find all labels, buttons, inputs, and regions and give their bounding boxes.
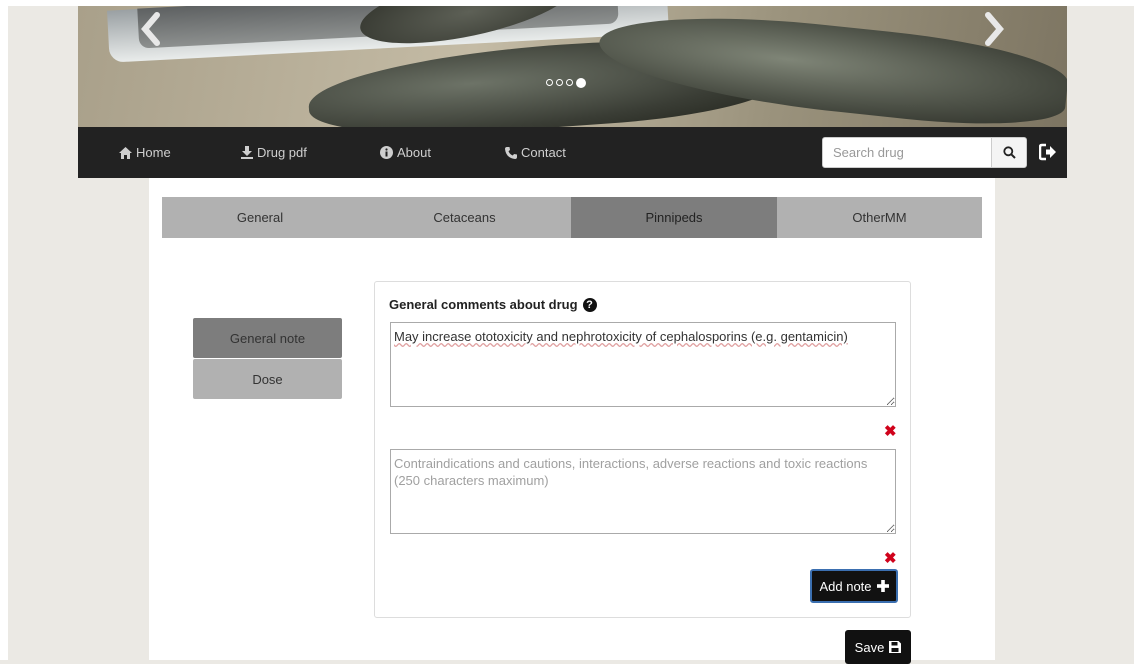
nav-drug-pdf-label: Drug pdf <box>257 145 307 160</box>
carousel-indicators <box>546 78 586 88</box>
general-note-textarea[interactable]: May increase ototoxicity and nephrotoxic… <box>390 322 896 407</box>
carousel-indicator[interactable] <box>556 79 563 86</box>
tab-general[interactable]: General <box>162 197 358 238</box>
search-input[interactable] <box>822 137 992 168</box>
search-icon <box>1002 146 1016 159</box>
nav-about-link[interactable]: About <box>380 145 431 160</box>
navbar: Home Drug pdf About Contact <box>78 127 1067 178</box>
info-icon <box>380 146 393 159</box>
window-frame-left <box>0 0 8 660</box>
save-label: Save <box>854 639 885 655</box>
delete-note-button[interactable]: ✖ <box>884 551 897 566</box>
new-note-textarea[interactable] <box>390 449 896 534</box>
chevron-right-icon <box>985 12 1004 46</box>
close-icon: ✖ <box>884 423 897 440</box>
delete-note-button[interactable]: ✖ <box>884 424 897 439</box>
nav-contact-label: Contact <box>521 145 566 160</box>
nav-drug-pdf-link[interactable]: Drug pdf <box>241 145 307 160</box>
carousel-prev-button[interactable] <box>140 12 162 52</box>
save-button[interactable]: Save <box>845 630 911 664</box>
tab-cetaceans[interactable]: Cetaceans <box>358 197 571 238</box>
nav-home-link[interactable]: Home <box>119 145 171 160</box>
close-icon: ✖ <box>884 550 897 567</box>
question-icon[interactable]: ? <box>582 297 597 312</box>
carousel-indicator-active[interactable] <box>576 78 586 88</box>
tab-pinnipeds[interactable]: Pinnipeds <box>571 197 777 238</box>
carousel-next-button[interactable] <box>983 12 1005 52</box>
plus-icon <box>876 580 889 592</box>
species-tabs: General Cetaceans Pinnipeds OtherMM <box>162 197 982 238</box>
search-button[interactable] <box>991 137 1027 168</box>
home-icon <box>119 146 132 159</box>
add-note-label: Add note <box>819 578 872 594</box>
card-title: General comments about drug ? <box>389 297 597 312</box>
tab-othermm[interactable]: OtherMM <box>777 197 982 238</box>
general-note-button[interactable]: General note <box>193 318 342 358</box>
save-icon <box>889 641 902 653</box>
phone-icon <box>505 146 517 159</box>
hero-carousel <box>78 6 1067 127</box>
carousel-indicator[interactable] <box>546 79 553 86</box>
add-note-button[interactable]: Add note <box>810 569 898 603</box>
logout-button[interactable] <box>1038 143 1057 164</box>
carousel-indicator[interactable] <box>566 79 573 86</box>
nav-about-label: About <box>397 145 431 160</box>
nav-contact-link[interactable]: Contact <box>505 145 566 160</box>
chevron-left-icon <box>141 12 160 46</box>
sign-out-icon <box>1038 143 1056 161</box>
card-title-text: General comments about drug <box>389 297 578 312</box>
download-icon <box>241 146 253 159</box>
dose-button[interactable]: Dose <box>193 359 342 399</box>
nav-home-label: Home <box>136 145 171 160</box>
